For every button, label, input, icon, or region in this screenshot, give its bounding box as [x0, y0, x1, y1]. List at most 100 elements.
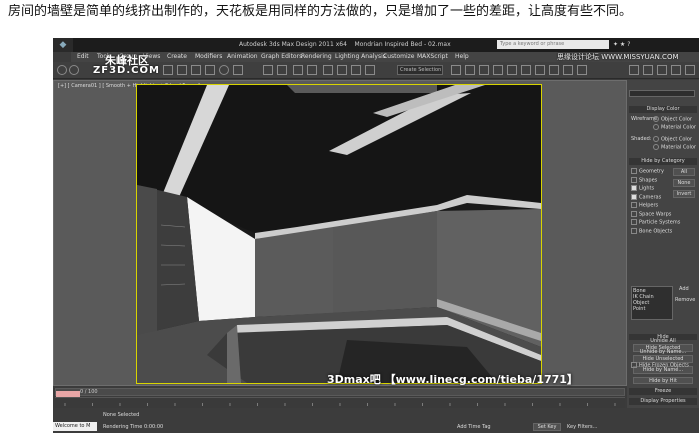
category-listbox[interactable]: Bone IK Chain Object Point [631, 286, 673, 320]
modify-tab-icon[interactable] [643, 65, 653, 75]
time-slider[interactable]: 0 / 100 [55, 388, 625, 399]
shaded-object-color[interactable]: Object Color [653, 136, 692, 143]
redo-icon[interactable] [69, 65, 79, 75]
command-panel-field[interactable] [629, 90, 695, 97]
invert-button[interactable]: Invert [673, 190, 695, 198]
create-tab-icon[interactable] [629, 65, 639, 75]
wireframe-material-color[interactable]: Material Color [653, 124, 696, 131]
search-input[interactable]: Type a keyword or phrase [497, 40, 609, 49]
display-color-header[interactable]: Display Color [629, 106, 697, 113]
undo-icon[interactable] [57, 65, 67, 75]
hide-frozen-checkbox[interactable]: Hide Frozen Objects [631, 362, 689, 369]
menu-maxscript[interactable]: MAXScript [417, 53, 448, 60]
layer-manager-icon[interactable] [479, 65, 489, 75]
add-button[interactable]: Add [679, 286, 689, 292]
motion-tab-icon[interactable] [671, 65, 681, 75]
rendered-frame-icon[interactable] [563, 65, 573, 75]
category-space-warps-checkbox[interactable]: Space Warps [631, 210, 671, 217]
graphite-ribbon-icon[interactable] [493, 65, 503, 75]
watermark-top-right: 思缘设计论坛 WWW.MISSYUAN.COM [557, 53, 679, 61]
maxscript-listener[interactable]: Welcome to M [53, 422, 97, 431]
move-icon[interactable] [205, 65, 215, 75]
rotate-icon[interactable] [219, 65, 229, 75]
manipulate-icon[interactable] [293, 65, 303, 75]
freeze-header[interactable]: Freeze [629, 388, 697, 395]
material-editor-icon[interactable] [535, 65, 545, 75]
window-title: Autodesk 3ds Max Design 2011 x64 Mondria… [239, 41, 451, 48]
track-bar[interactable]: 0510152025303540455055606570758085909510… [55, 397, 625, 414]
category-particle-systems-checkbox[interactable]: Particle Systems [631, 219, 680, 226]
hide-by-category-header[interactable]: Hide by Category [629, 158, 697, 165]
camera-viewport[interactable]: [+] [ Camera01 ] [ Smooth + Highlights +… [53, 80, 627, 386]
select-object-icon[interactable] [163, 65, 173, 75]
schematic-view-icon[interactable] [521, 65, 531, 75]
render-production-icon[interactable] [577, 65, 587, 75]
menu-modifiers[interactable]: Modifiers [195, 53, 222, 60]
add-time-tag[interactable]: Add Time Tag [457, 424, 491, 430]
menu-graph-editors[interactable]: Graph Editors [261, 53, 302, 60]
checked-icon [631, 185, 637, 191]
none-button[interactable]: None [673, 179, 695, 187]
set-key-button[interactable]: Set Key [533, 423, 561, 431]
shaded-material-color[interactable]: Material Color [653, 144, 696, 151]
list-item[interactable]: IK Chain Object [633, 294, 671, 306]
window-crossing-icon[interactable] [191, 65, 201, 75]
status-bar: Welcome to M None Selected Rendering Tim… [53, 408, 699, 433]
menu-animation[interactable]: Animation [227, 53, 258, 60]
spinner-snap-icon[interactable] [365, 65, 375, 75]
render-setup-icon[interactable] [549, 65, 559, 75]
app-logo-icon[interactable]: ◆ [53, 38, 73, 52]
category-bone-objects-checkbox[interactable]: Bone Objects [631, 227, 673, 234]
selection-status: None Selected [103, 412, 140, 418]
wireframe-object-color[interactable]: Object Color [653, 116, 692, 123]
category-geometry-checkbox[interactable]: Geometry [631, 168, 664, 175]
menu-lighting-analysis[interactable]: Lighting Analysis [335, 53, 386, 60]
list-item[interactable]: Point [633, 306, 671, 312]
pivot-icon[interactable] [277, 65, 287, 75]
snap-icon[interactable] [323, 65, 333, 75]
menu-help[interactable]: Help [455, 53, 469, 60]
angle-snap-icon[interactable] [337, 65, 347, 75]
camera-safe-frame[interactable] [136, 84, 542, 384]
frame-counter: 0 / 100 [80, 389, 98, 395]
file-name: Mondrian Inspired Bed - 02.max [354, 41, 451, 48]
hierarchy-tab-icon[interactable] [657, 65, 667, 75]
menu-edit[interactable]: Edit [77, 53, 89, 60]
category-label: Geometry [639, 168, 664, 175]
hide-by-hit-button[interactable]: Hide by Hit [633, 377, 693, 384]
align-icon[interactable] [465, 65, 475, 75]
radio-icon [653, 124, 659, 130]
keyboard-shortcut-icon[interactable] [307, 65, 317, 75]
category-label: Bone Objects [639, 228, 673, 234]
menu-create[interactable]: Create [167, 53, 187, 60]
radio-icon [653, 144, 659, 150]
unhide-by-name-button[interactable]: Unhide by Name... [633, 349, 693, 357]
unhide-all-button[interactable]: Unhide All [633, 338, 693, 346]
checkbox-icon [631, 210, 637, 217]
checkbox-icon [631, 176, 637, 183]
watermark-top-left-2: ZF3D.COM [93, 65, 160, 76]
category-lights-checkbox[interactable]: Lights [631, 185, 654, 192]
menu-customize[interactable]: Customize [383, 53, 415, 60]
menu-rendering[interactable]: Rendering [301, 53, 332, 60]
category-cameras-checkbox[interactable]: Cameras [631, 193, 661, 200]
watermark-bottom: 3Dmax吧 【www.linecg.com/tieba/1771】 [327, 373, 578, 386]
named-selection-dropdown[interactable]: Create Selection [397, 65, 443, 75]
display-tab-icon[interactable] [685, 65, 695, 75]
reference-coord-icon[interactable] [263, 65, 273, 75]
help-icons[interactable]: ✦ ★ ? [613, 41, 630, 48]
percent-snap-icon[interactable] [351, 65, 361, 75]
scale-icon[interactable] [233, 65, 243, 75]
display-properties-header[interactable]: Display Properties [629, 398, 697, 405]
select-region-icon[interactable] [177, 65, 187, 75]
checkbox-icon [631, 362, 637, 368]
all-button[interactable]: All [673, 168, 695, 176]
checkbox-icon [631, 219, 637, 225]
key-filters-button[interactable]: Key Filters... [567, 424, 597, 430]
curve-editor-icon[interactable] [507, 65, 517, 75]
remove-button[interactable]: Remove [675, 297, 695, 303]
render-time-status: Rendering Time 0:00:00 [103, 424, 164, 430]
mirror-icon[interactable] [451, 65, 461, 75]
category-shapes-checkbox[interactable]: Shapes [631, 176, 657, 183]
category-helpers-checkbox[interactable]: Helpers [631, 202, 658, 209]
